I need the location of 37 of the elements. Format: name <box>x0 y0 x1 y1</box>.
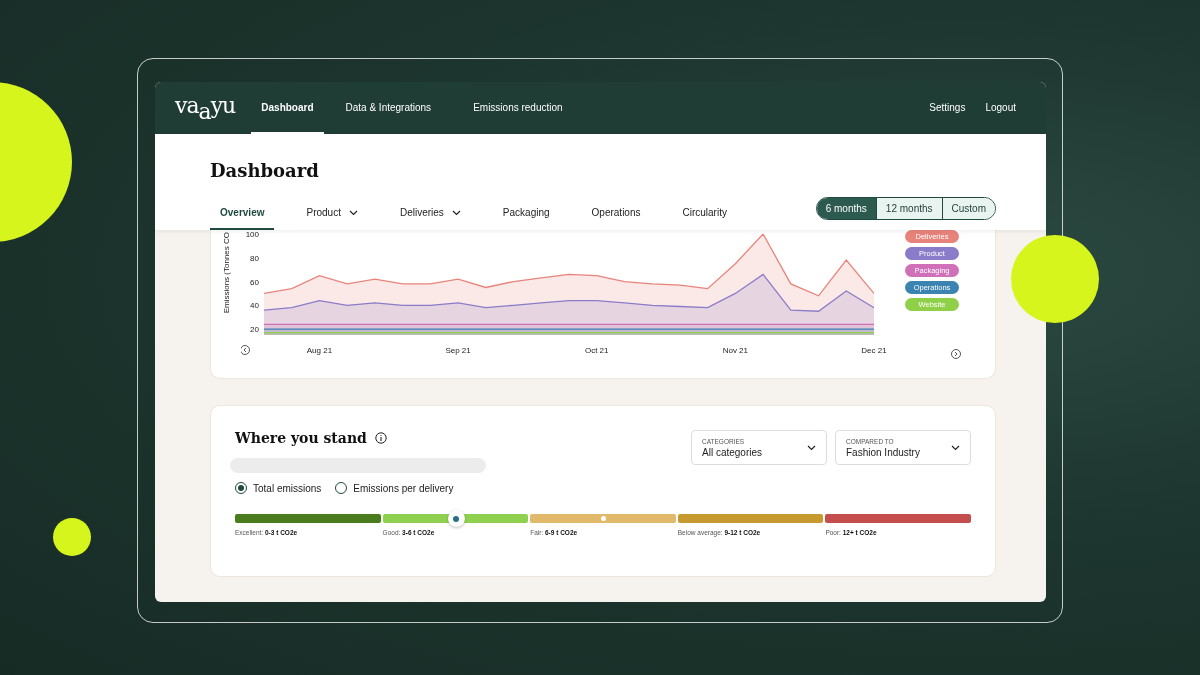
page-title: Dashboard <box>210 160 320 181</box>
tab[interactable]: Operations <box>581 203 651 230</box>
x-tick-label: Aug 21 <box>306 346 333 355</box>
radio-label: Total emissions <box>253 482 322 494</box>
axis-title: Emissions (Tonnes CO <box>221 232 231 314</box>
info-icon[interactable] <box>374 432 387 444</box>
tab[interactable]: Circularity <box>672 203 737 230</box>
dropdown-value: Fashion Industry <box>846 446 920 458</box>
y-tick-label: 40 <box>250 301 259 311</box>
radio-option[interactable]: Total emissions <box>235 482 322 494</box>
x-tick-label: Sep 21 <box>445 346 471 355</box>
range-button[interactable]: 12 months <box>875 198 942 219</box>
radio-option[interactable]: Emissions per delivery <box>335 482 454 494</box>
x-tick-label: Dec 21 <box>861 346 887 355</box>
nav-link[interactable]: Logout <box>975 82 1026 134</box>
y-tick-label: 60 <box>250 277 259 287</box>
tab[interactable]: Product <box>296 203 368 230</box>
x-tick-label: Nov 21 <box>722 346 749 355</box>
y-tick-label: 20 <box>250 325 259 335</box>
range-button[interactable]: Custom <box>941 198 995 219</box>
y-tick-label: 80 <box>250 253 259 263</box>
chevron-down-icon <box>807 444 816 451</box>
y-tick-label: 100 <box>245 230 259 239</box>
next-icon[interactable] <box>951 349 961 359</box>
tab[interactable]: Packaging <box>492 203 560 230</box>
nav-link[interactable]: Settings <box>919 82 976 134</box>
tab[interactable]: Deliveries <box>389 203 471 230</box>
dropdown-value: All categories <box>702 446 763 458</box>
radio-label: Emissions per delivery <box>353 482 454 494</box>
range-button[interactable]: 6 months <box>816 198 876 219</box>
chevron-down-icon <box>951 444 960 451</box>
previous-icon[interactable] <box>241 345 250 355</box>
x-tick-label: Oct 21 <box>584 346 609 355</box>
section-title: Where you stand <box>235 430 367 446</box>
decoration-circle <box>53 518 91 556</box>
nav-link[interactable]: Emissions reduction <box>463 82 573 134</box>
nav-link[interactable]: Data & Integrations <box>335 82 442 134</box>
